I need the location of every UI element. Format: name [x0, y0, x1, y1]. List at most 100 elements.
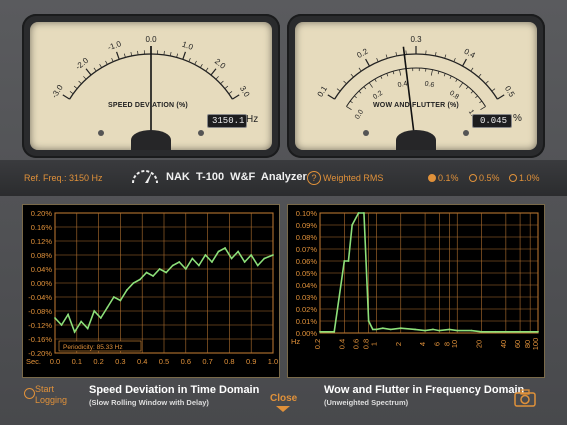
freq-data-point [519, 330, 521, 333]
time-plot-title: Speed Deviation in Time Domain [89, 384, 260, 396]
range-0-1-label[interactable]: 0.1% [438, 173, 459, 183]
freq-data-point [363, 212, 365, 214]
freq-data-point [357, 212, 360, 214]
freq-data-point [389, 328, 392, 331]
time-y-tick-label: 0.20% [31, 209, 53, 218]
time-data-point [224, 247, 226, 249]
wf-meter-needle-hub [396, 130, 436, 150]
time-y-tick-label: -0.16% [28, 335, 52, 344]
close-button[interactable]: Close [270, 393, 297, 404]
freq-data-point [438, 329, 441, 332]
wf-meter-inner-tick [470, 90, 474, 94]
frequency-unit: Hz [246, 114, 259, 125]
time-x-tick-label: 0.7 [202, 357, 212, 366]
wf-meter-tick [376, 57, 379, 62]
wf-meter-inner-tick [363, 86, 367, 90]
time-y-tick-label: 0.12% [31, 237, 53, 246]
time-x-tick-label: 0.5 [159, 357, 169, 366]
wf-meter-inner-tick [449, 75, 452, 79]
range-1-0-label[interactable]: 1.0% [519, 173, 540, 183]
time-domain-plot: 0.20% 0.16% 0.12% 0.08% 0.04% 0.00% -0.04% -0.0… [22, 204, 280, 378]
wf-meter-inner-tick [475, 95, 478, 99]
wf-meter-inner-tick [374, 78, 377, 82]
wf-meter-inner-tick [399, 69, 402, 76]
wf-meter-tick [453, 57, 456, 62]
wf-meter-inner-tick [380, 75, 383, 79]
wf-meter-inner-scale-label: 0.8 [448, 90, 460, 101]
speed-meter-tick [194, 60, 197, 65]
camera-icon[interactable] [514, 389, 536, 407]
wf-meter-tick [327, 94, 335, 100]
freq-x-tick-label: 4 [418, 342, 427, 346]
speed-meter-tick [69, 91, 74, 95]
wf-meter-inner-arc [346, 67, 486, 107]
freq-data-point [371, 328, 374, 331]
wf-meter-tick [395, 51, 398, 57]
wf-meter-inner-tick [465, 86, 469, 90]
freq-data-point [456, 329, 459, 332]
wf-meter-tick [491, 88, 496, 92]
range-0-5-radio[interactable] [469, 174, 477, 182]
wf-meter-scale-label: 0.2 [355, 46, 370, 60]
wf-meter-inner-tick [392, 71, 395, 75]
wf-meter-title: WOW AND FLUTTER (%) [373, 102, 459, 109]
time-data-point [60, 324, 63, 326]
freq-y-tick-label: 0.09% [296, 221, 318, 230]
speed-meter-tick [215, 76, 219, 80]
wf-meter-inner-scale-label: 0.6 [424, 80, 435, 89]
wf-meter-inner-scale-label: 0.4 [397, 80, 408, 89]
speed-meter-tick [62, 94, 70, 100]
wow-flutter-meter: 0.10.20.30.40.50.00.20.40.60.81.0 WOW AN… [295, 22, 537, 150]
wf-meter-scale-label: 0.5 [503, 84, 517, 99]
speedometer-logo-icon [132, 170, 158, 184]
range-0-1-radio[interactable] [428, 174, 436, 182]
wf-meter-inner-tick [455, 78, 458, 82]
help-icon[interactable]: ? [307, 171, 321, 185]
time-x-tick-label: 0.4 [137, 357, 147, 366]
range-1-0-radio[interactable] [509, 174, 517, 182]
time-data-point [67, 313, 69, 316]
time-data-point [86, 327, 89, 330]
speed-meter-title: SPEED DEVIATION (%) [108, 102, 188, 109]
time-data-point [250, 254, 253, 256]
time-x-tick-label: 0.8 [224, 357, 234, 366]
time-data-point [73, 331, 76, 333]
wf-meter-tick [444, 54, 447, 59]
speed-meter-tick [224, 85, 229, 89]
freq-y-tick-label: 0.01% [296, 317, 318, 326]
time-data-point [263, 257, 266, 260]
time-data-point [112, 296, 115, 298]
wf-unit: % [513, 113, 522, 124]
freq-x-tick-label: 60 [513, 340, 522, 348]
close-arrow-icon[interactable] [276, 406, 290, 412]
time-x-unit: Sec. [26, 357, 41, 366]
time-y-tick-label: 0.08% [31, 251, 53, 260]
freq-x-tick-label: 0.4 [337, 339, 346, 349]
wf-meter-inner-scale-label: 0.2 [372, 90, 384, 101]
time-x-tick-label: 1.0 [268, 357, 278, 366]
time-y-tick-label: -0.04% [28, 293, 52, 302]
wf-meter-screw-right [463, 130, 469, 136]
wf-meter-arc [334, 53, 498, 100]
weighting-mode: Weighted RMS [323, 173, 384, 183]
speed-meter-tick [130, 51, 133, 57]
time-x-tick-label: 0.2 [93, 357, 103, 366]
range-0-5-label[interactable]: 0.5% [479, 173, 500, 183]
time-data-point [191, 257, 194, 260]
time-data-point [204, 254, 207, 256]
wf-readout: 0.045 [472, 114, 512, 128]
wf-meter-inner-tick [358, 90, 362, 94]
freq-y-tick-label: 0.07% [296, 245, 318, 254]
wf-meter-inner-tick [459, 82, 464, 88]
freq-x-unit: Hz [291, 337, 300, 346]
time-data-point [197, 264, 200, 267]
start-logging-radio[interactable] [24, 388, 35, 399]
wf-meter-inner-tick [346, 106, 352, 111]
start-logging-button[interactable]: Start Logging [35, 384, 67, 406]
time-data-point [243, 261, 246, 263]
freq-data-point [529, 330, 532, 333]
time-data-point [178, 261, 181, 263]
freq-data-point [367, 320, 370, 322]
speed-meter-tick [78, 80, 82, 85]
freq-plot-subtitle: (Unweighted Spectrum) [324, 398, 409, 407]
